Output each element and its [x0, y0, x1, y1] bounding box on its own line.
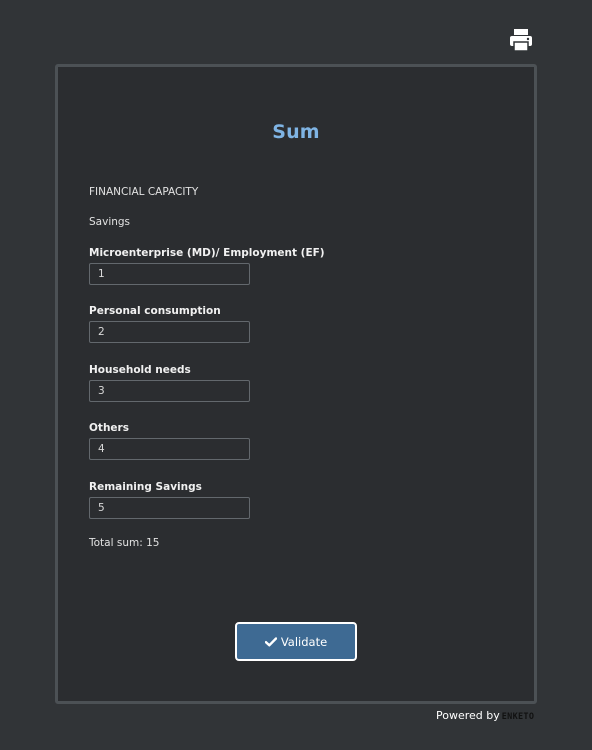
others-input[interactable]: [89, 438, 250, 460]
printer-icon: [510, 29, 532, 52]
form-card: Sum FINANCIAL CAPACITY Savings Microente…: [55, 64, 537, 704]
total-sum: Total sum: 15: [89, 537, 160, 549]
question-label-others: Others: [89, 422, 129, 434]
microenterprise-input[interactable]: [89, 263, 250, 285]
household-needs-input[interactable]: [89, 380, 250, 402]
validate-button[interactable]: Validate: [235, 622, 357, 661]
powered-by-text: Powered by: [436, 709, 500, 722]
question-label-remaining-savings: Remaining Savings: [89, 481, 202, 493]
personal-consumption-input[interactable]: [89, 321, 250, 343]
question-label-household-needs: Household needs: [89, 364, 191, 376]
section-note: FINANCIAL CAPACITY: [89, 186, 199, 198]
enketo-logo: ENKETO: [501, 711, 535, 722]
powered-by[interactable]: Powered by ENKETO: [436, 709, 534, 722]
group-note: Savings: [89, 216, 131, 228]
print-button[interactable]: [508, 28, 534, 52]
checkmark-icon: [264, 636, 277, 646]
question-label-personal-consumption: Personal consumption: [89, 305, 221, 317]
question-label-microenterprise: Microenterprise (MD)/ Employment (EF): [89, 247, 325, 259]
validate-label: Validate: [280, 634, 328, 649]
form-title: Sum: [272, 121, 320, 143]
remaining-savings-input[interactable]: [89, 497, 250, 519]
